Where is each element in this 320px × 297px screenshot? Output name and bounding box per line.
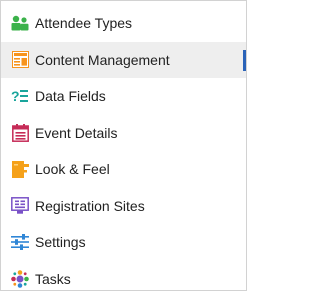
menu-item-data-fields[interactable]: ? Data Fields: [1, 78, 246, 115]
menu-item-label: Look & Feel: [35, 161, 110, 177]
menu-list: Attendee Types Content Management ?: [1, 1, 246, 297]
content-management-icon: [11, 51, 29, 69]
menu-item-label: Attendee Types: [35, 15, 132, 31]
data-fields-icon: ?: [11, 87, 29, 105]
side-menu: Attendee Types Content Management ?: [0, 0, 247, 291]
menu-item-label: Event Details: [35, 125, 117, 141]
settings-sliders-icon: [11, 233, 29, 251]
event-details-icon: [11, 124, 29, 142]
menu-item-label: Settings: [35, 234, 86, 250]
menu-item-registration-sites[interactable]: Registration Sites: [1, 188, 246, 225]
menu-item-tasks[interactable]: Tasks: [1, 261, 246, 297]
menu-item-attendee-types[interactable]: Attendee Types: [1, 5, 246, 42]
menu-item-look-and-feel[interactable]: Look & Feel: [1, 151, 246, 188]
menu-item-label: Registration Sites: [35, 198, 145, 214]
look-and-feel-icon: [11, 160, 29, 178]
menu-item-event-details[interactable]: Event Details: [1, 115, 246, 152]
menu-item-settings[interactable]: Settings: [1, 224, 246, 261]
menu-item-content-management[interactable]: Content Management: [1, 42, 246, 79]
menu-item-label: Data Fields: [35, 88, 106, 104]
tasks-icon: [11, 270, 29, 288]
svg-text:?: ?: [11, 88, 20, 104]
registration-sites-icon: [11, 197, 29, 215]
menu-item-label: Tasks: [35, 271, 71, 287]
menu-item-label: Content Management: [35, 52, 170, 68]
people-icon: [11, 14, 29, 32]
